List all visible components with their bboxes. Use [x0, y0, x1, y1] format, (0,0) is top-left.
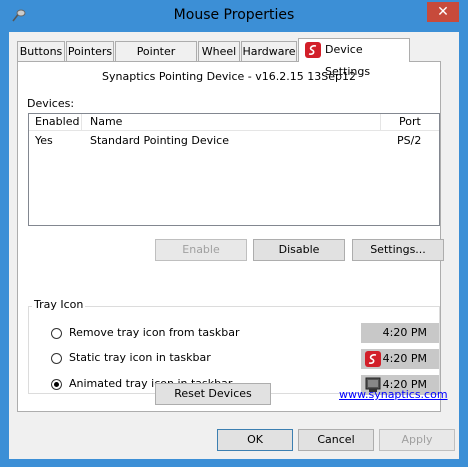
tray-preview-remove: 4:20 PM	[361, 323, 439, 343]
reset-devices-button[interactable]: Reset Devices	[155, 383, 271, 405]
radio-animated-tray-icon[interactable]	[51, 379, 62, 390]
tab-buttons[interactable]: Buttons	[17, 41, 65, 61]
name-cell: Standard Pointing Device	[90, 134, 229, 147]
tab-label: Buttons	[19, 45, 63, 58]
devices-list[interactable]: Enabled Name Port Yes Standard Pointing …	[28, 113, 440, 226]
title-bar[interactable]: Mouse Properties ✕	[1, 1, 467, 31]
tab-label: Wheel	[201, 45, 237, 58]
button-label: Apply	[401, 433, 433, 446]
disable-button[interactable]: Disable	[253, 239, 345, 261]
apply-button[interactable]: Apply	[379, 429, 455, 451]
column-divider[interactable]	[380, 114, 381, 130]
button-label: OK	[247, 433, 263, 446]
port-cell: PS/2	[397, 134, 422, 147]
tray-time: 4:20 PM	[382, 352, 427, 365]
device-settings-panel: Synaptics Pointing Device - v16.2.15 13S…	[17, 61, 444, 412]
tab-label: Pointers	[67, 45, 113, 58]
mouse-properties-window: Mouse Properties ✕ Buttons Pointers Poin…	[0, 0, 468, 467]
tray-preview-static: 4:20 PM	[361, 349, 439, 369]
radio-static-tray-icon[interactable]	[51, 353, 62, 364]
dialog-client-area: Buttons Pointers Pointer Options Wheel H…	[9, 32, 459, 459]
tab-pointer-options[interactable]: Pointer Options	[115, 41, 197, 77]
synaptics-link[interactable]: www.synaptics.com	[339, 388, 448, 401]
radio-label-remove[interactable]: Remove tray icon from taskbar	[69, 326, 240, 339]
tab-label: Hardware	[242, 45, 296, 58]
close-icon: ✕	[437, 4, 449, 20]
devices-label: Devices:	[27, 97, 75, 110]
ok-button[interactable]: OK	[217, 429, 293, 451]
close-button[interactable]: ✕	[427, 2, 459, 22]
enabled-cell: Yes	[35, 134, 53, 147]
tray-time: 4:20 PM	[382, 326, 427, 339]
settings-button[interactable]: Settings...	[352, 239, 444, 261]
button-label: Settings...	[370, 243, 426, 256]
cancel-button[interactable]: Cancel	[298, 429, 374, 451]
button-label: Cancel	[317, 433, 355, 446]
radio-remove-tray-icon[interactable]	[51, 328, 62, 339]
tab-pointers[interactable]: Pointers	[66, 41, 114, 61]
list-header: Enabled Name Port	[29, 114, 439, 131]
synaptics-logo-icon	[305, 42, 321, 58]
column-header-port[interactable]: Port	[399, 115, 421, 128]
tab-device-settings[interactable]: Device Settings	[298, 38, 410, 78]
tab-label: Device Settings	[325, 43, 371, 78]
column-divider[interactable]	[81, 114, 82, 130]
button-label: Enable	[182, 243, 220, 256]
tab-wheel[interactable]: Wheel	[198, 41, 240, 61]
column-header-name[interactable]: Name	[90, 115, 122, 128]
radio-label-static[interactable]: Static tray icon in taskbar	[69, 351, 211, 364]
tab-hardware[interactable]: Hardware	[241, 41, 297, 61]
radio-selected-dot	[54, 382, 59, 387]
button-label: Reset Devices	[174, 387, 252, 400]
button-label: Disable	[278, 243, 320, 256]
window-title: Mouse Properties	[173, 7, 295, 23]
enable-button[interactable]: Enable	[155, 239, 247, 261]
column-header-enabled[interactable]: Enabled	[35, 115, 79, 128]
tray-icon-group-label: Tray Icon	[32, 298, 86, 311]
synaptics-tray-icon	[365, 351, 381, 367]
